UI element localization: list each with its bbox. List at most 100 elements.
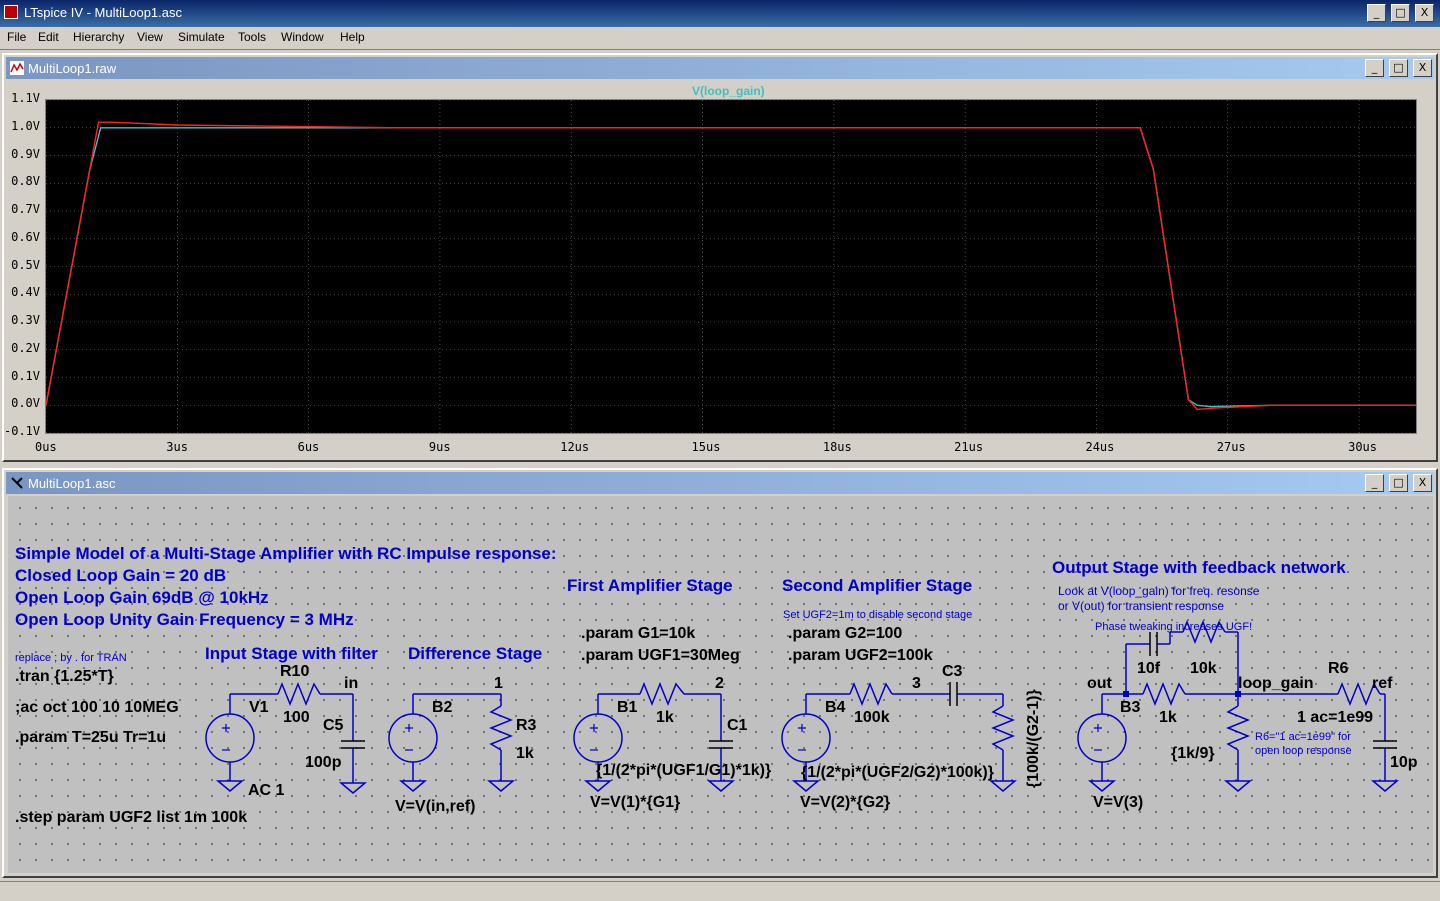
menu-edit[interactable]: Edit bbox=[38, 30, 59, 44]
menu-file[interactable]: File bbox=[7, 30, 26, 44]
waveform-maximize-button[interactable]: □ bbox=[1389, 59, 1408, 77]
waveform-minimize-button[interactable]: _ bbox=[1365, 59, 1384, 77]
trace-series-0[interactable] bbox=[46, 127, 1416, 408]
note-output-stage[interactable]: Output Stage with feedback network bbox=[1052, 558, 1346, 578]
directive-param-g1[interactable]: .param G1=10k bbox=[581, 625, 695, 643]
y-tick-label: 1.0V bbox=[11, 118, 40, 133]
ground-icon bbox=[791, 780, 821, 792]
label-net-in[interactable]: in bbox=[344, 675, 358, 693]
label-node-2[interactable]: 2 bbox=[715, 675, 724, 693]
label-net-loop-gain[interactable]: loop_gain bbox=[1238, 675, 1314, 693]
x-tick-label: 15us bbox=[691, 440, 721, 454]
note-phase[interactable]: Phase tweaking increases UGF! bbox=[1095, 621, 1252, 633]
label-r6-value[interactable]: 1 ac=1e99 bbox=[1297, 709, 1373, 727]
note-r6-2[interactable]: open loop response bbox=[1255, 745, 1352, 757]
menu-tools[interactable]: Tools bbox=[238, 30, 266, 44]
note-set-ugf2[interactable]: Set UGF2=1m to disable second stage bbox=[783, 609, 972, 621]
y-tick-label: 0.8V bbox=[11, 174, 40, 189]
note-ugf[interactable]: Open Loop Unity Gain Frequency = 3 MHz bbox=[15, 610, 354, 630]
note-diff-stage[interactable]: Difference Stage bbox=[408, 644, 542, 664]
x-tick-label: 12us bbox=[560, 440, 590, 454]
directive-param-ugf1[interactable]: .param UGF1=30Meg bbox=[581, 647, 740, 665]
schematic-maximize-button[interactable]: □ bbox=[1389, 474, 1408, 492]
label-c1-value[interactable]: {1/(2*pi*(UGF1/G1)*1k)} bbox=[596, 762, 771, 780]
label-c3-value[interactable]: {1/(2*pi*(UGF2/G2)*100k)} bbox=[801, 764, 994, 782]
label-c-10f[interactable]: 10f bbox=[1137, 660, 1160, 678]
label-b1-expr[interactable]: V=V(1)*{G1} bbox=[590, 794, 680, 812]
y-tick-label: 0.7V bbox=[11, 202, 40, 216]
directive-param-ugf2[interactable]: .param UGF2=100k bbox=[788, 647, 933, 665]
schematic-minimize-button[interactable]: _ bbox=[1365, 474, 1384, 492]
waveform-plot-area[interactable] bbox=[45, 99, 1417, 434]
label-r-g2[interactable]: {100k/(G2-1)} bbox=[1025, 689, 1043, 788]
label-ac1[interactable]: AC 1 bbox=[248, 782, 284, 800]
label-r-1k[interactable]: 1k bbox=[1159, 709, 1177, 727]
app-maximize-button[interactable]: □ bbox=[1391, 4, 1410, 22]
label-r3-value[interactable]: 1k bbox=[516, 745, 534, 763]
waveform-close-button[interactable]: X bbox=[1413, 59, 1432, 77]
directive-ac[interactable]: ;ac oct 100 10 10MEG bbox=[15, 699, 179, 717]
label-b3[interactable]: B3 bbox=[1120, 699, 1140, 717]
app-minimize-button[interactable]: _ bbox=[1367, 4, 1386, 22]
directive-param-t[interactable]: .param T=25u Tr=1u bbox=[15, 729, 166, 747]
menu-hierarchy[interactable]: Hierarchy bbox=[73, 30, 124, 44]
label-node-3[interactable]: 3 bbox=[912, 675, 921, 693]
ground-icon bbox=[988, 780, 1018, 792]
x-tick-label: 27us bbox=[1216, 440, 1246, 454]
label-c5[interactable]: C5 bbox=[323, 717, 343, 735]
note-open-loop[interactable]: Open Loop Gain 69dB @ 10kHz bbox=[15, 588, 269, 608]
menu-window[interactable]: Window bbox=[281, 30, 324, 44]
directive-step[interactable]: .step param UGF2 list 1m 100k bbox=[15, 809, 247, 827]
schematic-close-button[interactable]: X bbox=[1413, 474, 1432, 492]
note-replace[interactable]: replace ; by . for TRAN bbox=[15, 652, 127, 664]
note-look-at[interactable]: Look at V(loop_gain) for freq. resonse bbox=[1058, 584, 1259, 598]
label-r10-value[interactable]: 100 bbox=[283, 709, 310, 727]
label-r10[interactable]: R10 bbox=[280, 663, 309, 681]
b3-source-symbol bbox=[1077, 713, 1127, 763]
label-b4-expr[interactable]: V=V(2)*{G2} bbox=[800, 794, 890, 812]
waveform-icon bbox=[10, 61, 24, 75]
schematic-canvas[interactable]: Simple Model of a Multi-Stage Amplifier … bbox=[8, 496, 1433, 873]
x-tick-label: 18us bbox=[822, 440, 852, 454]
label-node-1[interactable]: 1 bbox=[494, 675, 503, 693]
label-b2[interactable]: B2 bbox=[432, 699, 452, 717]
directive-tran[interactable]: .tran {1.25*T} bbox=[15, 668, 114, 686]
trace-label-loop-gain[interactable]: V(loop_gain) bbox=[692, 84, 765, 98]
label-b4[interactable]: B4 bbox=[825, 699, 845, 717]
note-first-stage[interactable]: First Amplifier Stage bbox=[567, 576, 733, 596]
app-title-bar: LTspice IV - MultiLoop1.asc _ □ X bbox=[0, 0, 1440, 27]
label-c-10p[interactable]: 10p bbox=[1390, 754, 1418, 772]
label-b1[interactable]: B1 bbox=[617, 699, 637, 717]
menu-view[interactable]: View bbox=[137, 30, 163, 44]
label-b2-expr[interactable]: V=V(in,ref) bbox=[395, 798, 475, 816]
label-r-10k[interactable]: 10k bbox=[1190, 660, 1217, 678]
label-b3-expr[interactable]: V=V(3) bbox=[1093, 794, 1143, 812]
menu-bar: File Edit Hierarchy View Simulate Tools … bbox=[0, 27, 1440, 50]
ltspice-app-icon bbox=[4, 5, 18, 19]
note-input-stage[interactable]: Input Stage with filter bbox=[205, 644, 378, 664]
label-r3[interactable]: R3 bbox=[516, 717, 536, 735]
label-c5-value[interactable]: 100p bbox=[305, 754, 341, 772]
app-close-button[interactable]: X bbox=[1415, 4, 1434, 22]
label-c1[interactable]: C1 bbox=[727, 717, 747, 735]
label-r-1k9[interactable]: {1k/9} bbox=[1171, 745, 1215, 763]
directive-param-g2[interactable]: .param G2=100 bbox=[788, 625, 902, 643]
label-net-ref[interactable]: ref bbox=[1372, 675, 1392, 693]
label-c3[interactable]: C3 bbox=[942, 663, 962, 681]
b4-source-symbol bbox=[781, 713, 831, 763]
note-or-vout[interactable]: or V(out) for transient response bbox=[1058, 599, 1224, 613]
menu-help[interactable]: Help bbox=[340, 30, 365, 44]
trace-series-1[interactable] bbox=[46, 121, 1416, 411]
label-v1[interactable]: V1 bbox=[249, 699, 269, 717]
label-r6[interactable]: R6 bbox=[1328, 660, 1348, 678]
x-tick-label: 9us bbox=[428, 440, 451, 454]
note-second-stage[interactable]: Second Amplifier Stage bbox=[782, 576, 972, 596]
label-r-b4-value[interactable]: 100k bbox=[854, 709, 890, 727]
label-r-b1-value[interactable]: 1k bbox=[656, 709, 674, 727]
label-net-out[interactable]: out bbox=[1087, 675, 1112, 693]
note-title[interactable]: Simple Model of a Multi-Stage Amplifier … bbox=[15, 544, 557, 564]
menu-simulate[interactable]: Simulate bbox=[178, 30, 225, 44]
note-r6-1[interactable]: R6="1 ac=1e99" for bbox=[1255, 731, 1351, 743]
note-closed-loop[interactable]: Closed Loop Gain = 20 dB bbox=[15, 566, 226, 586]
ground-icon bbox=[215, 780, 245, 792]
